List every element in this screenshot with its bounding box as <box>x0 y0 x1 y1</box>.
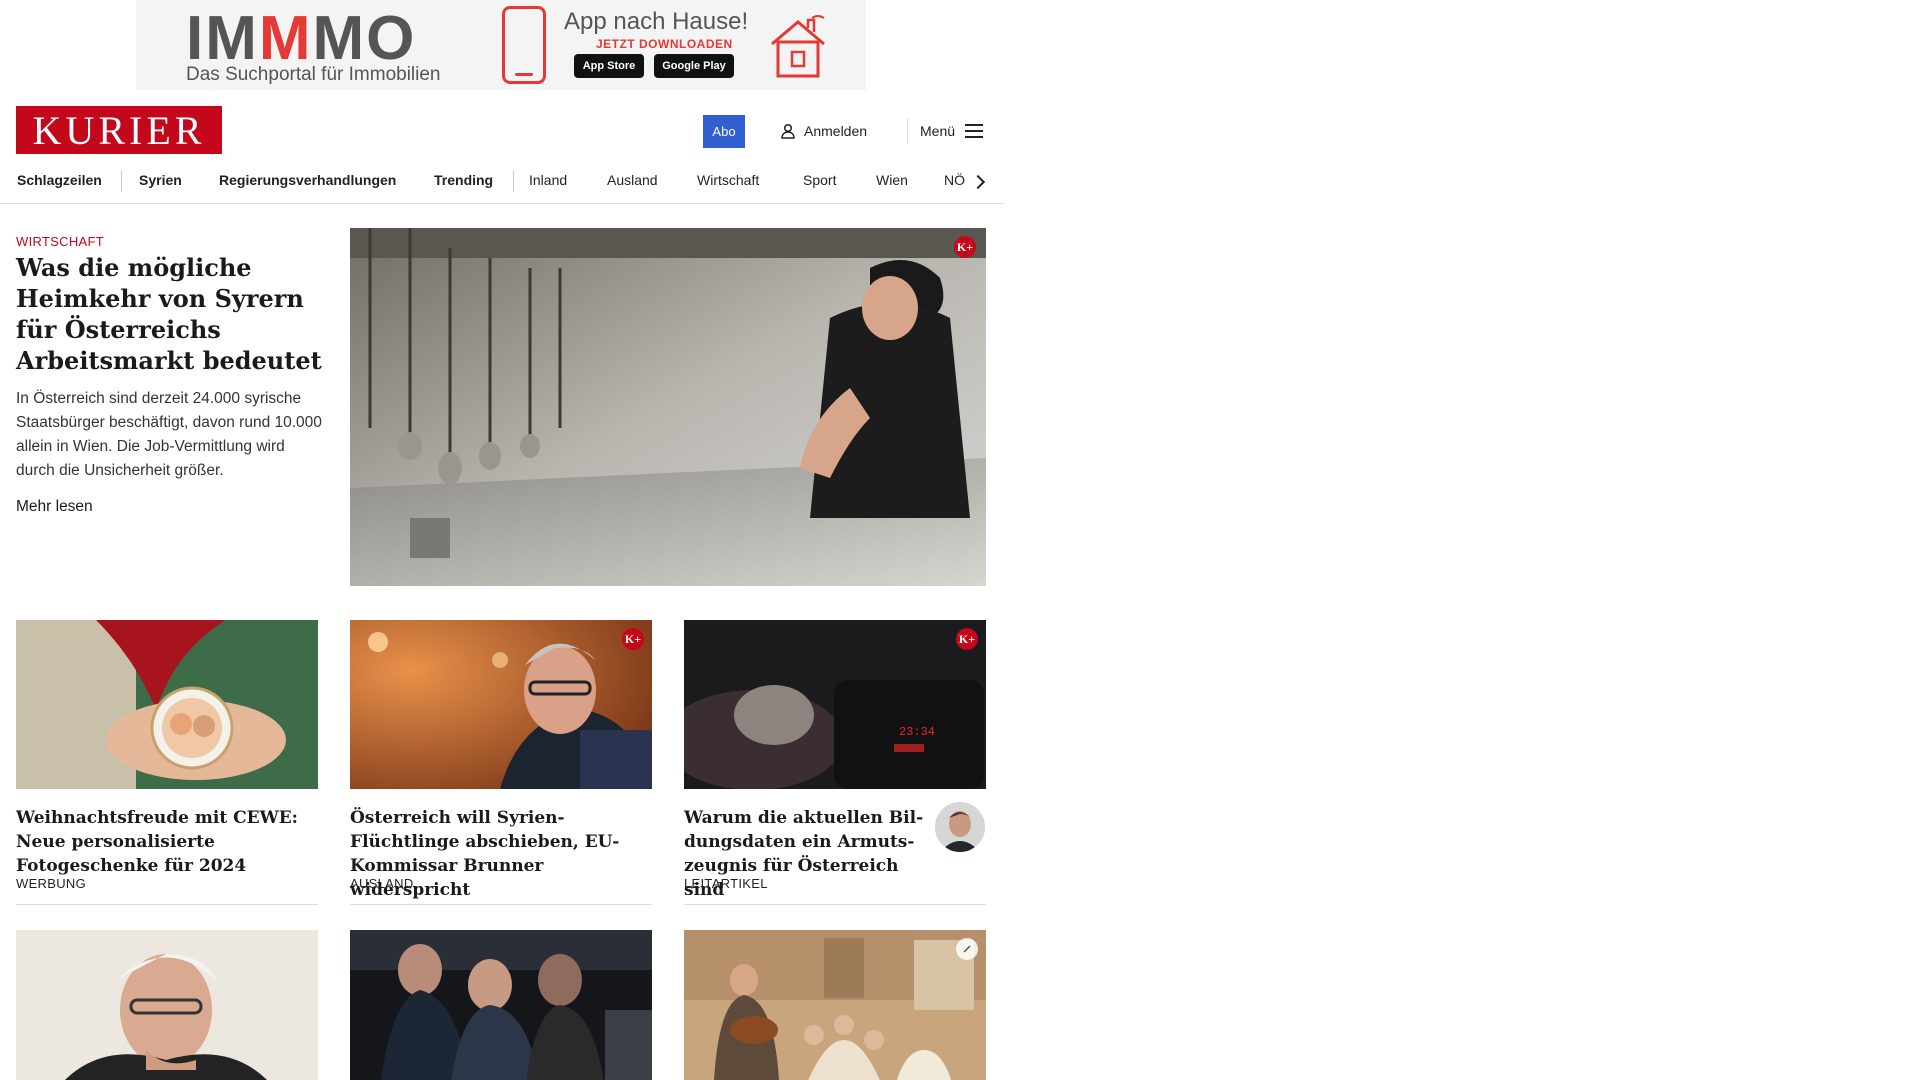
nav-item-regierungsverhandlungen[interactable]: Regierungsverhandlungen <box>219 172 396 188</box>
article-image[interactable]: K+ <box>350 620 652 789</box>
chevron-right-icon <box>970 174 986 190</box>
ad-headline: App nach Hause! <box>564 8 749 35</box>
google-play-badge[interactable]: Google Play <box>654 54 734 78</box>
abo-button[interactable]: Abo <box>703 115 745 148</box>
article-category[interactable]: AUSLAND <box>350 876 414 891</box>
section-nav: Schlagzeilen Syrien Regierungsverhandlun… <box>0 160 1004 204</box>
menu-label: Menü <box>920 123 956 139</box>
kplus-badge: K+ <box>956 628 978 650</box>
film-scene-photo <box>684 930 986 1080</box>
ad-logo: IMMMO <box>186 4 417 73</box>
article-category[interactable]: WERBUNG <box>16 876 86 891</box>
card-divider <box>16 904 318 905</box>
child-phone-photo: 23:34 <box>684 620 986 789</box>
hamburger-icon <box>965 124 984 138</box>
nav-item-sport[interactable]: Sport <box>803 172 836 188</box>
ad-subtitle: Das Suchportal für Immobilien <box>186 64 441 85</box>
clock-display: 23:34 <box>899 725 935 739</box>
politician-photo <box>350 620 652 789</box>
nav-item-wirtschaft[interactable]: Wirtschaft <box>697 172 759 188</box>
app-store-badge[interactable]: App Store <box>574 54 644 78</box>
house-icon <box>771 15 825 78</box>
pencil-icon <box>963 945 971 953</box>
nav-item-inland[interactable]: Inland <box>529 172 567 188</box>
hero-image[interactable]: K+ <box>350 228 986 586</box>
article-title[interactable]: Weihnachtsfreude mit CEWE: Neue personal… <box>16 806 318 878</box>
ad-cta: JETZT DOWNLOADEN <box>596 37 733 51</box>
kplus-badge: K+ <box>622 628 644 650</box>
card-divider <box>684 904 986 905</box>
play-badge <box>956 938 978 960</box>
login-label: Anmelden <box>804 123 868 139</box>
ad-banner[interactable]: IMMMO Das Suchportal für Immobilien App … <box>136 0 866 90</box>
login-button[interactable]: Anmelden <box>780 119 867 143</box>
author-avatar <box>935 802 985 852</box>
article-category[interactable]: LEITARTIKEL <box>684 876 768 891</box>
nav-item-wien[interactable]: Wien <box>876 172 908 188</box>
read-more-link[interactable]: Mehr lesen <box>16 498 93 516</box>
nav-item-schlagzeilen[interactable]: Schlagzeilen <box>17 172 102 188</box>
nav-separator <box>121 170 122 192</box>
elderly-man-photo <box>16 930 318 1080</box>
card-divider <box>350 904 652 905</box>
nav-scroll-right-button[interactable] <box>968 170 992 194</box>
article-image[interactable] <box>16 620 318 789</box>
nav-item-ausland[interactable]: Ausland <box>607 172 658 188</box>
article-image[interactable] <box>350 930 652 1080</box>
page: IMMMO Das Suchportal für Immobilien App … <box>0 0 1920 1080</box>
kplus-badge: K+ <box>954 236 976 258</box>
ornament-photo <box>16 620 318 789</box>
kurier-logo[interactable]: KURIER <box>16 106 222 154</box>
menu-button[interactable]: Menü <box>920 119 984 143</box>
kitchen-photo <box>350 228 986 586</box>
article-image[interactable]: 23:34 K+ <box>684 620 986 789</box>
nav-item-trending[interactable]: Trending <box>434 172 493 188</box>
arrest-photo <box>350 930 652 1080</box>
hero-title[interactable]: Was die mögliche Heim­kehr von Syrern fü… <box>16 252 326 376</box>
user-icon <box>781 123 795 139</box>
nav-item-noe[interactable]: NÖ <box>944 172 965 188</box>
article-image[interactable] <box>16 930 318 1080</box>
phone-icon <box>502 6 546 84</box>
nav-separator <box>513 170 514 192</box>
hero-teaser: In Österreich sind derzeit 24.000 syrisc… <box>16 390 322 479</box>
nav-item-syrien[interactable]: Syrien <box>139 172 182 188</box>
article-image[interactable] <box>684 930 986 1080</box>
header-divider <box>907 118 908 144</box>
hero-category[interactable]: WIRTSCHAFT <box>16 234 104 249</box>
